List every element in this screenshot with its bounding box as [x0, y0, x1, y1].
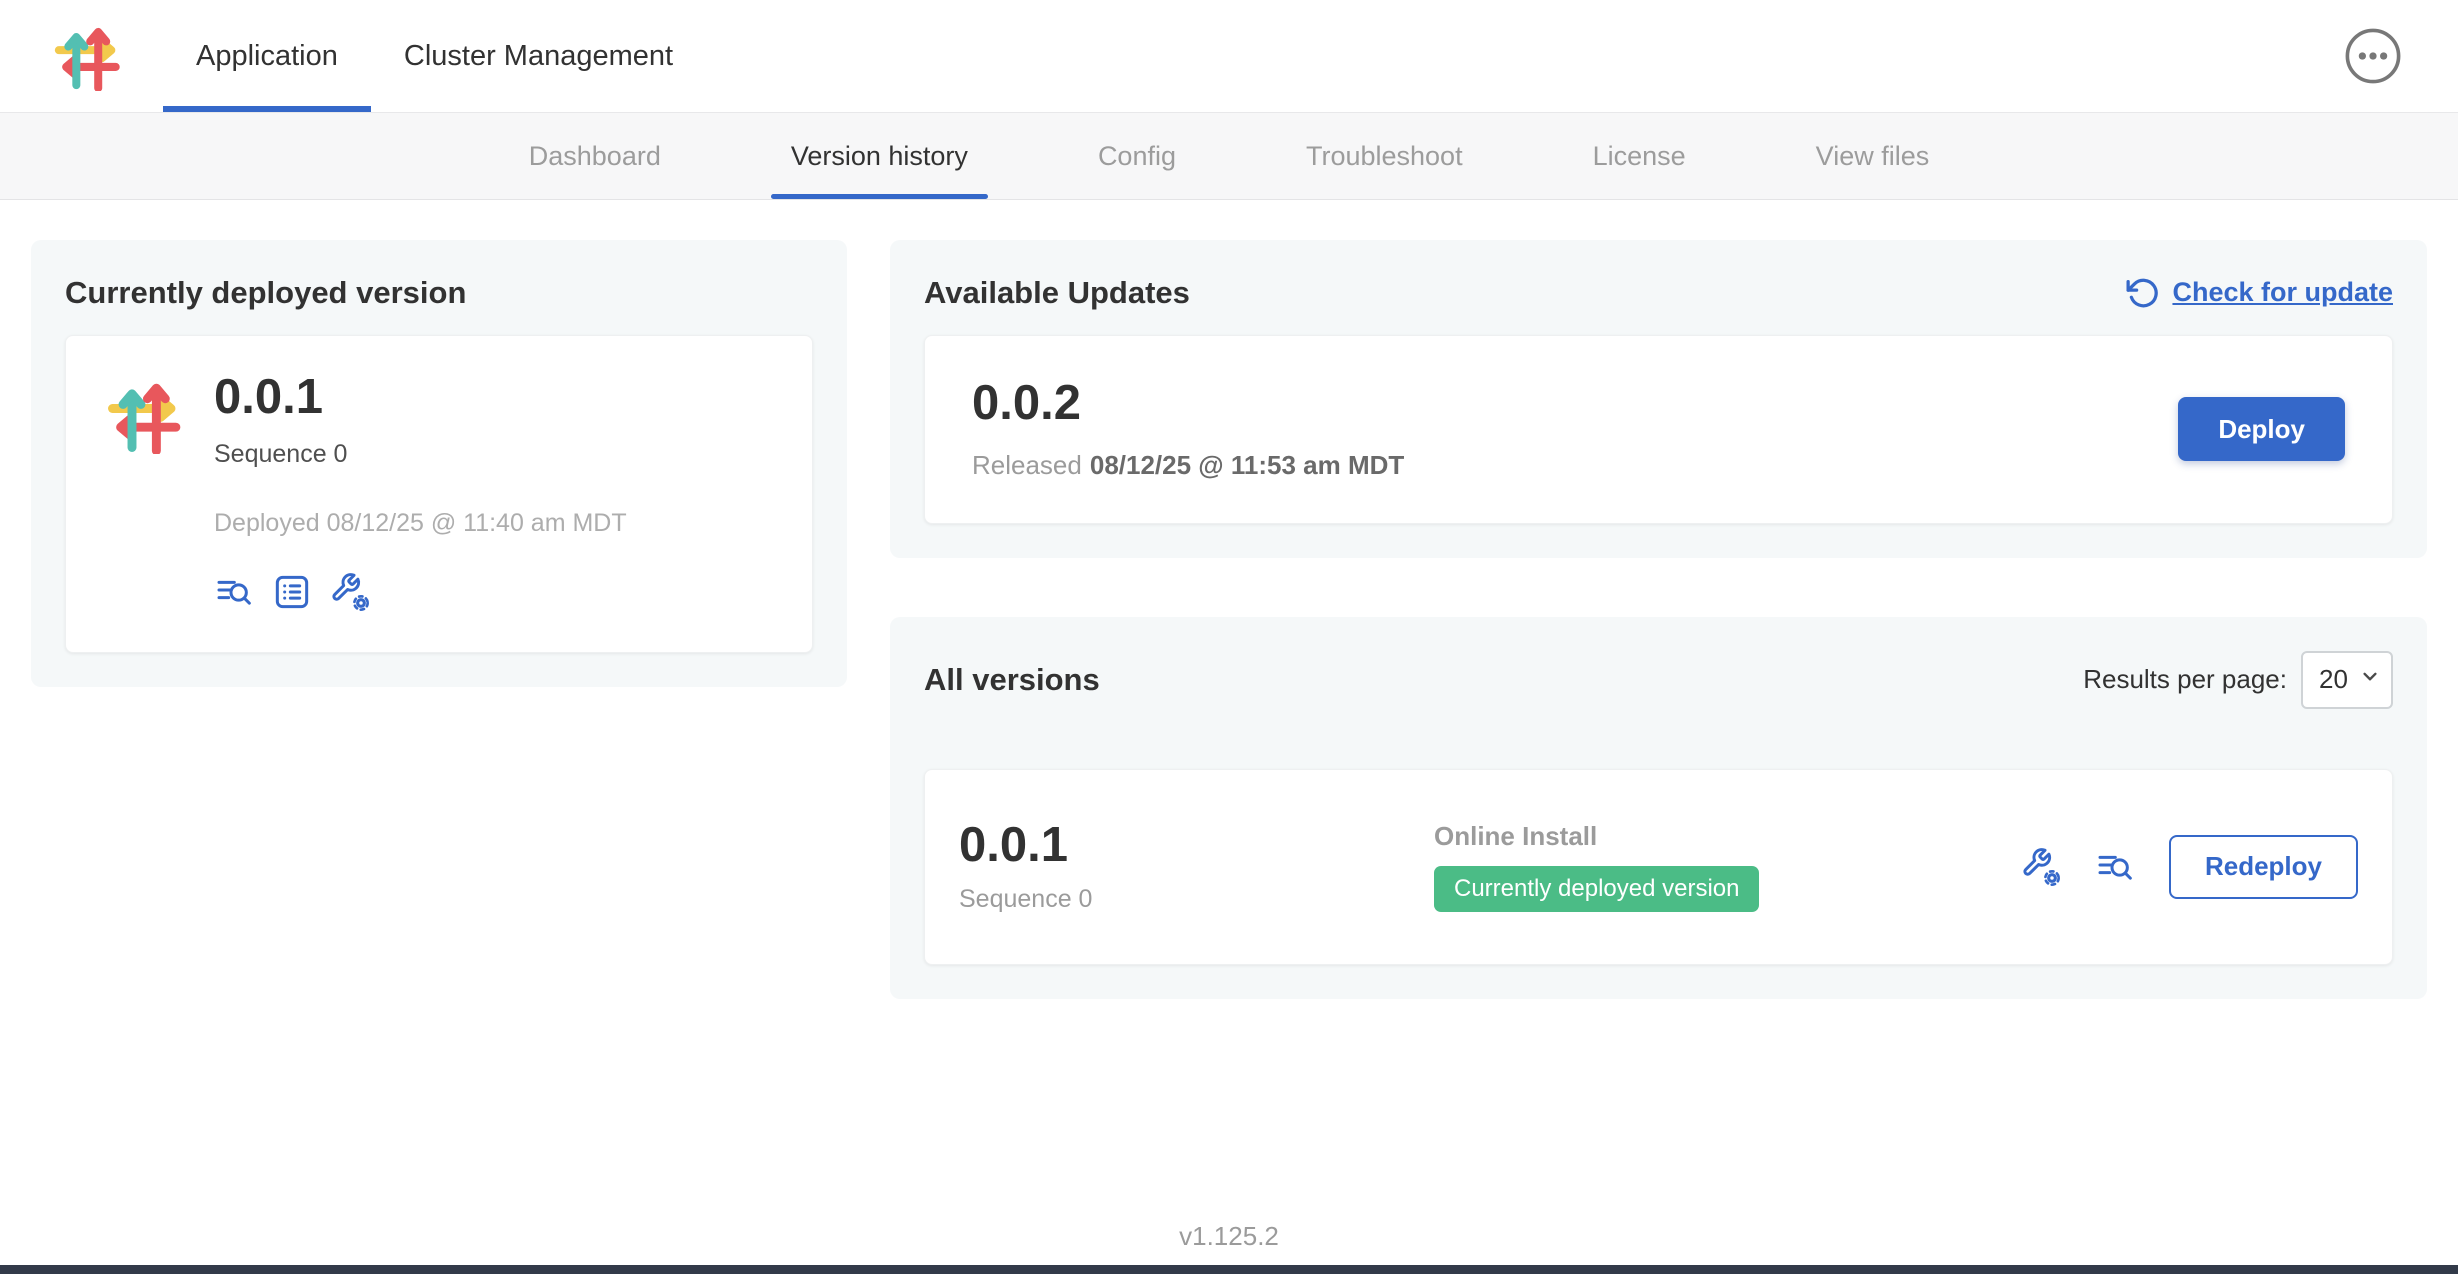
app-header: Application Cluster Management [0, 0, 2458, 113]
app-icon [106, 376, 184, 454]
version-row-status: Online Install Currently deployed versio… [1434, 821, 1759, 912]
subnav-tab-license[interactable]: License [1573, 113, 1706, 199]
config-icon[interactable] [2021, 847, 2061, 887]
subnav-tab-troubleshoot[interactable]: Troubleshoot [1286, 113, 1483, 199]
update-released-line: Released 08/12/25 @ 11:53 am MDT [972, 450, 1404, 481]
check-for-update-link[interactable]: Check for update [2126, 276, 2393, 310]
deployed-version-info: 0.0.1 Sequence 0 Deployed 08/12/25 @ 11:… [214, 372, 772, 611]
deployed-date: Deployed 08/12/25 @ 11:40 am MDT [214, 509, 772, 538]
all-versions-header: All versions Results per page: 20 [924, 651, 2393, 709]
version-row: 0.0.1 Sequence 0 Online Install Currentl… [924, 769, 2393, 965]
tab-application[interactable]: Application [163, 0, 371, 112]
deployed-version-panel: 0.0.1 Sequence 0 Deployed 08/12/25 @ 11:… [65, 335, 813, 652]
all-versions-card: All versions Results per page: 20 [890, 617, 2427, 999]
subnav-tab-view-files[interactable]: View files [1796, 113, 1950, 199]
right-column: Available Updates Check for update 0.0.2 [890, 240, 2427, 999]
main-content: Currently deployed version 0.0.1 Sequenc… [0, 200, 2458, 999]
install-type-label: Online Install [1434, 821, 1759, 852]
results-per-page-value: 20 [2319, 664, 2348, 695]
deployed-actions [214, 572, 772, 612]
release-notes-icon[interactable] [214, 572, 254, 612]
release-notes-icon[interactable] [2095, 847, 2135, 887]
released-label: Released [972, 450, 1082, 480]
app-subnav: Dashboard Version history Config Trouble… [0, 113, 2458, 200]
available-updates-card: Available Updates Check for update 0.0.2 [890, 240, 2427, 558]
released-date: 08/12/25 @ 11:53 am MDT [1090, 450, 1404, 480]
app-logo-icon [53, 21, 123, 91]
deployed-version-number: 0.0.1 [214, 372, 772, 423]
subnav-tab-version-history[interactable]: Version history [771, 113, 988, 199]
row-version-number: 0.0.1 [959, 820, 1434, 871]
version-row-actions: Redeploy [2021, 835, 2358, 899]
results-per-page-label: Results per page: [2083, 664, 2287, 695]
currently-deployed-card: Currently deployed version 0.0.1 Sequenc… [31, 240, 847, 687]
deploy-button[interactable]: Deploy [2178, 397, 2345, 461]
update-version-number: 0.0.2 [972, 378, 1404, 429]
available-updates-header: Available Updates Check for update [924, 274, 2393, 311]
check-for-update-label: Check for update [2172, 277, 2393, 308]
config-icon[interactable] [330, 572, 370, 612]
results-per-page-select[interactable]: 20 [2301, 651, 2393, 709]
header-tabs: Application Cluster Management [163, 0, 706, 112]
update-row: 0.0.2 Released 08/12/25 @ 11:53 am MDT De… [924, 335, 2393, 523]
currently-deployed-title: Currently deployed version [65, 274, 813, 311]
bottom-bar [0, 1265, 2458, 1274]
available-updates-title: Available Updates [924, 274, 1190, 311]
tab-cluster-management[interactable]: Cluster Management [371, 0, 706, 112]
redeploy-button[interactable]: Redeploy [2169, 835, 2358, 899]
refresh-icon [2126, 276, 2160, 310]
console-version: v1.125.2 [1179, 1221, 1279, 1251]
deployed-sequence: Sequence 0 [214, 440, 772, 469]
all-versions-title: All versions [924, 661, 1100, 698]
subnav-tab-config[interactable]: Config [1078, 113, 1196, 199]
subnav-tab-dashboard[interactable]: Dashboard [509, 113, 681, 199]
overflow-menu-button[interactable] [2344, 27, 2402, 85]
results-per-page: Results per page: 20 [2083, 651, 2393, 709]
row-sequence: Sequence 0 [959, 885, 1434, 914]
update-info: 0.0.2 Released 08/12/25 @ 11:53 am MDT [972, 378, 1404, 480]
deployed-status-badge: Currently deployed version [1434, 866, 1759, 912]
app-footer: v1.125.2 [0, 1221, 2458, 1252]
ellipsis-circle-icon [2344, 72, 2402, 89]
chevron-down-icon [2357, 663, 2383, 696]
version-row-info: 0.0.1 Sequence 0 [959, 820, 1434, 914]
preflight-checks-icon[interactable] [272, 572, 312, 612]
